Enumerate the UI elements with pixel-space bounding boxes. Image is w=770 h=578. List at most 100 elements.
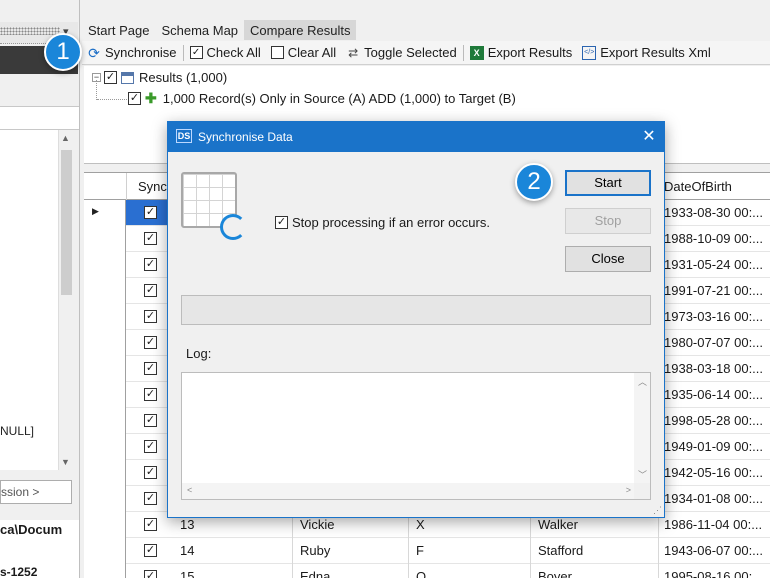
dob-value: 1973-03-16 00:... <box>664 309 764 324</box>
cell-id[interactable]: 13 <box>180 517 194 532</box>
stop-on-error-checkbox[interactable]: ✓ Stop processing if an error occurs. <box>275 215 490 230</box>
dob-cell[interactable]: 1935-06-14 00:... <box>658 382 770 408</box>
export-results-xml-button[interactable]: </> Export Results Xml <box>577 42 716 64</box>
tab-start-page[interactable]: Start Page <box>82 20 155 40</box>
scroll-up-icon[interactable]: ︿ <box>638 375 647 388</box>
column-divider[interactable] <box>126 173 127 201</box>
export-results-button[interactable]: X Export Results <box>465 42 578 64</box>
dob-cell[interactable]: 1988-10-09 00:... <box>658 226 770 252</box>
scroll-up-icon[interactable]: ▲ <box>61 133 70 143</box>
dob-value: 1988-10-09 00:... <box>664 231 764 246</box>
row-checkbox[interactable]: ✓ <box>144 336 157 349</box>
scroll-right-icon[interactable]: > <box>626 485 631 495</box>
scroll-down-icon[interactable]: ﹀ <box>638 468 647 481</box>
cell-mi[interactable]: X <box>416 517 425 532</box>
cell-last[interactable]: Boyer <box>538 569 572 578</box>
row-checkbox[interactable]: ✓ <box>144 492 157 505</box>
dialog-title-bar[interactable]: DS Synchronise Data ✕ <box>168 122 664 152</box>
dob-cell[interactable]: 1934-01-08 00:... <box>658 486 770 512</box>
sync-cell[interactable]: ✓ <box>126 538 176 564</box>
column-header-dob[interactable]: DateOfBirth <box>664 179 732 194</box>
dob-value: 1931-05-24 00:... <box>664 257 764 272</box>
log-textbox[interactable]: ︿ ﹀ < > <box>181 372 651 500</box>
resize-grip-icon[interactable]: ⋰ <box>653 505 662 516</box>
tab-compare-results[interactable]: Compare Results <box>244 20 357 40</box>
dob-cell[interactable]: 1931-05-24 00:... <box>658 252 770 278</box>
dob-cell[interactable]: 1991-07-21 00:... <box>658 278 770 304</box>
tree-node-checkbox[interactable]: ✓ <box>104 71 117 84</box>
dob-cell[interactable]: 1980-07-07 00:... <box>658 330 770 356</box>
cell-last[interactable]: Walker <box>538 517 578 532</box>
check-all-button[interactable]: ✓ Check All <box>185 42 266 64</box>
row-checkbox[interactable]: ✓ <box>144 232 157 245</box>
column-header-sync[interactable]: Sync <box>138 179 167 194</box>
row-checkbox[interactable]: ✓ <box>144 466 157 479</box>
cell-first[interactable]: Vickie <box>300 517 334 532</box>
left-panel-field[interactable] <box>0 106 79 130</box>
session-button[interactable]: ssion > <box>0 480 72 504</box>
start-button[interactable]: Start <box>565 170 651 196</box>
table-row[interactable]: 15 Edna Q Boyer 1995-08-16 00:... <box>176 564 770 578</box>
row-checkbox[interactable]: ✓ <box>144 310 157 323</box>
sync-cell[interactable]: ✓ <box>126 564 176 578</box>
row-checkbox[interactable]: ✓ <box>144 362 157 375</box>
row-checkbox[interactable]: ✓ <box>144 570 157 578</box>
table-icon <box>121 71 134 84</box>
dob-cell[interactable]: 1949-01-09 00:... <box>658 434 770 460</box>
cell-mi[interactable]: F <box>416 543 424 558</box>
tree-node-results[interactable]: − ✓ Results (1,000) <box>92 70 227 85</box>
add-icon: ✚ <box>145 90 157 106</box>
cell-dob[interactable]: 1995-08-16 00:... <box>664 569 763 578</box>
drag-grip[interactable] <box>0 27 60 35</box>
cell-first[interactable]: Ruby <box>300 543 330 558</box>
dob-value: 1942-05-16 00:... <box>664 465 764 480</box>
dob-cell[interactable]: 1933-08-30 00:... <box>658 200 770 226</box>
stop-on-error-label: Stop processing if an error occurs. <box>292 215 490 230</box>
synchronise-button[interactable]: ⟳ Synchronise <box>82 42 182 64</box>
dob-cell[interactable]: 1998-05-28 00:... <box>658 408 770 434</box>
dob-value: 1980-07-07 00:... <box>664 335 764 350</box>
toolbar-separator <box>462 44 464 61</box>
collapse-icon[interactable]: − <box>92 73 101 82</box>
row-checkbox[interactable]: ✓ <box>144 440 157 453</box>
close-button[interactable]: Close <box>565 246 651 272</box>
scroll-thumb[interactable] <box>61 150 72 295</box>
check-all-label: Check All <box>206 45 261 60</box>
cell-divider <box>658 564 659 578</box>
stop-button: Stop <box>565 208 651 234</box>
tree-node-only-in-source[interactable]: ✓ ✚ 1,000 Record(s) Only in Source (A) A… <box>128 90 516 107</box>
row-checkbox[interactable]: ✓ <box>144 544 157 557</box>
log-vertical-scrollbar[interactable]: ︿ ﹀ <box>634 373 650 483</box>
codepage-label: s-1252 <box>0 565 38 578</box>
cell-mi[interactable]: Q <box>416 569 426 578</box>
row-checkbox[interactable]: ✓ <box>144 206 157 219</box>
dob-cell[interactable]: 1938-03-18 00:... <box>658 356 770 382</box>
cell-id[interactable]: 14 <box>180 543 194 558</box>
dob-cell[interactable]: 1973-03-16 00:... <box>658 304 770 330</box>
row-checkbox[interactable]: ✓ <box>144 284 157 297</box>
row-checkbox[interactable]: ✓ <box>144 414 157 427</box>
cell-dob[interactable]: 1986-11-04 00:... <box>664 517 762 532</box>
left-panel-list[interactable]: NULL] <box>0 130 58 470</box>
left-panel-scrollbar[interactable]: ▲ ▼ <box>58 130 74 470</box>
cell-first[interactable]: Edna <box>300 569 330 578</box>
scroll-down-icon[interactable]: ▼ <box>61 457 70 467</box>
scroll-left-icon[interactable]: < <box>187 485 192 495</box>
row-checkbox[interactable]: ✓ <box>144 258 157 271</box>
clear-all-button[interactable]: Clear All <box>266 42 341 64</box>
tree-node-checkbox[interactable]: ✓ <box>128 92 141 105</box>
checkbox-checked-icon[interactable]: ✓ <box>275 216 288 229</box>
close-icon[interactable]: ✕ <box>638 126 660 148</box>
cell-dob[interactable]: 1943-06-07 00:... <box>664 543 763 558</box>
cell-last[interactable]: Stafford <box>538 543 583 558</box>
table-row[interactable]: 14 Ruby F Stafford 1943-06-07 00:... <box>176 538 770 564</box>
tab-schema-map[interactable]: Schema Map <box>155 20 244 40</box>
checkbox-checked-icon: ✓ <box>189 46 203 59</box>
row-checkbox[interactable]: ✓ <box>144 388 157 401</box>
log-label: Log: <box>186 346 212 361</box>
toggle-selected-button[interactable]: ⇄ Toggle Selected <box>341 42 462 64</box>
row-checkbox[interactable]: ✓ <box>144 518 157 531</box>
log-horizontal-scrollbar[interactable]: < > <box>182 483 636 499</box>
cell-id[interactable]: 15 <box>180 569 194 578</box>
dob-cell[interactable]: 1942-05-16 00:... <box>658 460 770 486</box>
